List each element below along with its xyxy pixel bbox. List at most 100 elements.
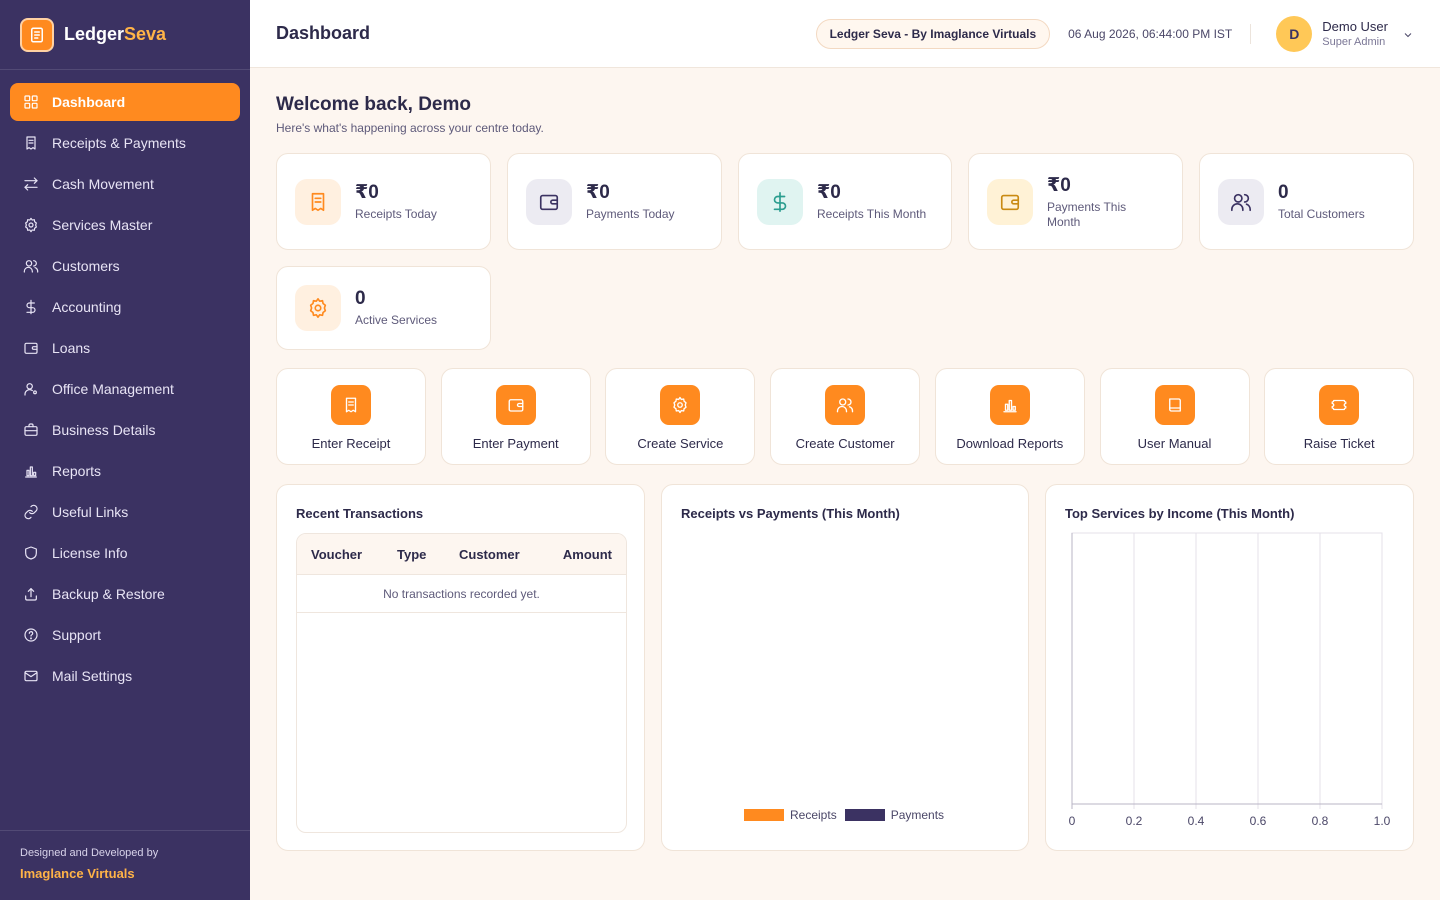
- gear-icon: [295, 285, 341, 331]
- col-customer[interactable]: Customer: [441, 547, 541, 562]
- sidebar-item-label: Support: [52, 627, 102, 643]
- top-services-chart: 0 0.2 0.4 0.6 0.8 1.0: [1069, 532, 1391, 828]
- sidebar-item-label: Accounting: [52, 299, 122, 315]
- create-customer-button[interactable]: Create Customer: [770, 368, 921, 465]
- user-menu[interactable]: D Demo User Super Admin: [1276, 15, 1414, 52]
- users-icon: [1218, 178, 1264, 225]
- sidebar-item-dashboard[interactable]: Dashboard: [10, 83, 240, 121]
- sidebar-nav: Dashboard Receipts & Payments Cash Movemen…: [0, 70, 250, 695]
- stat-value: 0: [1278, 181, 1289, 203]
- brand-name: LedgerSeva: [64, 24, 167, 44]
- ticket-icon: [1319, 385, 1360, 425]
- col-voucher[interactable]: Voucher: [297, 547, 379, 562]
- chart-legend: Receipts Payments: [744, 808, 944, 822]
- swap-icon: [23, 176, 39, 192]
- page-title: Dashboard: [276, 23, 371, 43]
- action-label: Enter Receipt: [311, 436, 391, 451]
- enter-receipt-button[interactable]: Enter Receipt: [276, 368, 426, 465]
- wallet-icon: [987, 178, 1033, 225]
- action-label: Enter Payment: [472, 436, 559, 451]
- sidebar-item-mail-settings[interactable]: Mail Settings: [10, 657, 240, 695]
- sidebar-item-business-details[interactable]: Business Details: [10, 411, 240, 449]
- sidebar-item-accounting[interactable]: Accounting: [10, 288, 240, 326]
- create-service-button[interactable]: Create Service: [605, 368, 756, 465]
- users-icon: [23, 258, 39, 274]
- footer-credit: Designed and Developed by: [20, 847, 159, 859]
- shield-icon: [23, 545, 39, 561]
- briefcase-icon: [23, 422, 39, 438]
- stat-value: ₹0: [355, 182, 379, 203]
- sidebar-item-label: Mail Settings: [52, 668, 133, 684]
- sidebar-item-label: Dashboard: [52, 94, 126, 110]
- user-role: Super Admin: [1322, 36, 1386, 48]
- legend-label-payments[interactable]: Payments: [891, 808, 944, 822]
- x-tick-label: 1.0: [1374, 814, 1391, 828]
- sidebar-item-label: Backup & Restore: [52, 586, 165, 602]
- stat-label: Receipts This Month: [817, 207, 927, 221]
- enter-payment-button[interactable]: Enter Payment: [440, 368, 591, 465]
- download-reports-button[interactable]: Download Reports: [934, 368, 1085, 465]
- top-services-panel: Top Services by Income (This Month) 0 0.2…: [1045, 484, 1414, 851]
- welcome-title: Welcome back, Demo: [276, 94, 472, 115]
- stat-label: Payments This Month: [1047, 199, 1127, 229]
- x-tick-label: 0: [1069, 814, 1076, 828]
- action-label: User Manual: [1137, 436, 1212, 451]
- x-tick-label: 0.2: [1126, 814, 1143, 828]
- sidebar-item-cash-movement[interactable]: Cash Movement: [10, 165, 240, 203]
- gear-icon: [660, 385, 701, 425]
- upload-icon: [23, 586, 39, 602]
- legend-swatch-payments: [844, 809, 885, 821]
- mail-icon: [23, 668, 39, 684]
- raise-ticket-button[interactable]: Raise Ticket: [1264, 368, 1415, 465]
- brand[interactable]: LedgerSeva: [0, 0, 250, 70]
- stat-card-payments-today: ₹0 Payments Today: [507, 153, 722, 250]
- sidebar-item-support[interactable]: Support: [10, 616, 240, 654]
- user-manual-button[interactable]: User Manual: [1099, 368, 1250, 465]
- table-header: Voucher Type Customer Amount: [297, 534, 626, 575]
- sidebar-item-label: Office Management: [52, 381, 174, 397]
- legend-label-receipts[interactable]: Receipts: [790, 808, 837, 822]
- sidebar-item-office-management[interactable]: Office Management: [10, 370, 240, 408]
- stat-label: Active Services: [355, 313, 438, 327]
- sidebar-item-label: Useful Links: [52, 504, 129, 520]
- recent-transactions-panel: Recent Transactions Voucher Type Custome…: [276, 484, 645, 851]
- datetime: 06 Aug 2026, 06:44:00 PM IST: [1068, 23, 1252, 44]
- main-content: Welcome back, Demo Here's what's happeni…: [276, 68, 1415, 851]
- footer-company[interactable]: Imaglance Virtuals: [20, 866, 230, 881]
- action-label: Raise Ticket: [1303, 436, 1375, 451]
- link-icon: [23, 504, 39, 520]
- book-icon: [1154, 385, 1195, 425]
- stat-card-receipts-today: ₹0 Receipts Today: [276, 153, 491, 250]
- sidebar-item-services-master[interactable]: Services Master: [10, 206, 240, 244]
- sidebar-item-license-info[interactable]: License Info: [10, 534, 240, 572]
- col-amount[interactable]: Amount: [541, 547, 626, 562]
- sidebar-item-label: Business Details: [52, 422, 156, 438]
- sidebar-item-loans[interactable]: Loans: [10, 329, 240, 367]
- chevron-down-icon[interactable]: [1402, 28, 1414, 40]
- org-pill: Ledger Seva - By Imaglance Virtuals: [815, 18, 1051, 49]
- stat-value: ₹0: [817, 182, 841, 203]
- welcome-subtitle: Here's what's happening across your cent…: [276, 121, 544, 135]
- sidebar-item-backup-and-restore[interactable]: Backup & Restore: [10, 575, 240, 613]
- sidebar-item-receipts-and-payments[interactable]: Receipts & Payments: [10, 124, 240, 162]
- sidebar-item-reports[interactable]: Reports: [10, 452, 240, 490]
- legend-swatch-receipts: [744, 809, 784, 821]
- sidebar-item-useful-links[interactable]: Useful Links: [10, 493, 240, 531]
- topbar: Dashboard Ledger Seva - By Imaglance Vir…: [250, 0, 1440, 68]
- stat-card-active-services: 0 Active Services: [276, 266, 491, 350]
- user-name: Demo User: [1322, 19, 1388, 34]
- transactions-table: Voucher Type Customer Amount No transact…: [296, 533, 627, 833]
- col-type[interactable]: Type: [379, 547, 441, 562]
- receipt-icon: [295, 178, 341, 225]
- sidebar-item-customers[interactable]: Customers: [10, 247, 240, 285]
- users-icon: [825, 385, 866, 425]
- sidebar-item-label: License Info: [52, 545, 128, 561]
- sidebar-footer: Designed and Developed by Imaglance Virt…: [0, 830, 250, 900]
- receipts-vs-payments-title: Receipts vs Payments (This Month): [681, 506, 900, 521]
- action-label: Download Reports: [956, 436, 1064, 451]
- receipt-icon: [23, 135, 39, 151]
- receipt-icon: [331, 385, 371, 425]
- sidebar-item-label: Services Master: [52, 217, 153, 233]
- sidebar-item-label: Loans: [52, 340, 91, 356]
- avatar: D: [1276, 15, 1313, 52]
